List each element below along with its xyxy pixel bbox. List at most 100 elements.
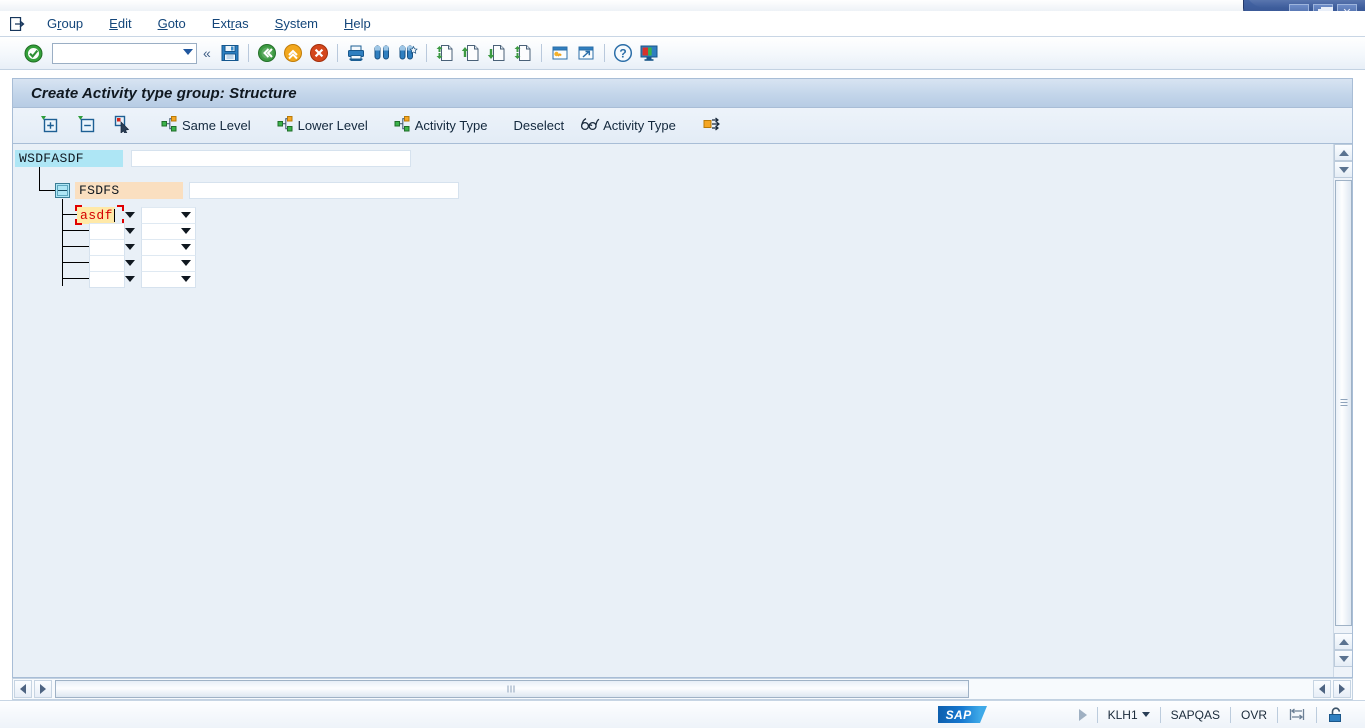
back-icon[interactable] (254, 40, 280, 66)
hierarchy-icon (277, 115, 295, 136)
activity-type-input[interactable] (89, 271, 125, 288)
activity-type-dropdown-arrow[interactable] (125, 276, 135, 282)
glasses-icon (580, 115, 600, 136)
system-menu-icon[interactable] (0, 11, 34, 37)
scroll-right-button-end[interactable] (1333, 680, 1351, 698)
svg-text:?: ? (619, 47, 626, 61)
transfer-arrows-icon (702, 115, 722, 136)
second-value-dropdown-arrow[interactable] (181, 244, 191, 250)
system-toolbar: « ? (0, 37, 1365, 70)
command-input[interactable] (53, 44, 171, 62)
tree-root-description-field[interactable] (131, 150, 411, 167)
scroll-down-button[interactable] (1334, 161, 1352, 178)
tree-folder-description-field[interactable] (189, 182, 459, 199)
last-page-icon[interactable] (510, 40, 536, 66)
scroll-up-button[interactable] (1334, 144, 1352, 161)
menu-item-help[interactable]: Help (331, 14, 384, 33)
activity-type-dropdown-arrow[interactable] (125, 228, 135, 234)
data-transfer-icon (1278, 705, 1316, 725)
sap-logo: SAP (937, 706, 987, 723)
double-chevron-left-icon[interactable]: « (197, 45, 217, 61)
activity-type-input[interactable] (89, 255, 125, 272)
activity-type-dropdown-arrow[interactable] (125, 260, 135, 266)
scroll-left-button-end[interactable] (1313, 680, 1331, 698)
command-field[interactable] (52, 42, 197, 64)
vertical-scrollbar[interactable] (1333, 144, 1352, 677)
collapse-minus-icon[interactable] (55, 183, 70, 198)
enter-check-icon[interactable] (20, 40, 46, 66)
exit-icon[interactable] (280, 40, 306, 66)
select-button[interactable] (107, 113, 142, 139)
find-next-icon[interactable] (395, 40, 421, 66)
lower-level-button[interactable]: Lower Level (270, 113, 375, 139)
create-shortcut-icon[interactable] (573, 40, 599, 66)
toolbar-divider (425, 44, 427, 62)
second-value-dropdown-arrow[interactable] (181, 212, 191, 218)
tree-root-node[interactable]: WSDFASDF (15, 150, 123, 167)
activity-type-input[interactable] (89, 223, 125, 240)
status-indicators: KLH1 SAPQAS OVR (1069, 705, 1365, 725)
horizontal-scroll-thumb (55, 680, 969, 698)
button-label: Deselect (513, 118, 565, 133)
vertical-scroll-thumb[interactable] (1335, 180, 1352, 626)
scroll-left-button[interactable] (14, 680, 32, 698)
insert-mode-indicator[interactable]: OVR (1231, 705, 1277, 725)
activity-type-dropdown-arrow[interactable] (125, 212, 135, 218)
session-play-icon[interactable] (1069, 705, 1097, 725)
tree-connector (39, 167, 40, 191)
second-value-dropdown-arrow[interactable] (181, 228, 191, 234)
collapse-node-icon (77, 115, 95, 136)
create-session-icon[interactable] (547, 40, 573, 66)
menu-item-system[interactable]: System (262, 14, 331, 33)
deselect-button[interactable]: Deselect (507, 113, 572, 139)
second-value-dropdown-arrow[interactable] (181, 260, 191, 266)
scroll-up-button-bottom[interactable] (1334, 633, 1352, 650)
display-activity-type-button[interactable]: Activity Type (573, 113, 683, 139)
menu-bar: Group Edit Goto Extras System Help (0, 11, 1365, 37)
tree-connector (62, 230, 89, 231)
next-page-icon[interactable] (484, 40, 510, 66)
system-client-label: KLH1 (1107, 707, 1138, 722)
toolbar-divider (540, 44, 542, 62)
second-value-dropdown-arrow[interactable] (181, 276, 191, 282)
same-level-button[interactable]: Same Level (154, 113, 258, 139)
first-page-icon[interactable] (432, 40, 458, 66)
unlocked-icon[interactable] (1317, 705, 1355, 725)
menu-item-group[interactable]: Group (34, 14, 96, 33)
tree-connector (62, 246, 89, 247)
cancel-icon[interactable] (306, 40, 332, 66)
tree-content-area: WSDFASDF FSDFS asdf (12, 144, 1353, 678)
tree-folder-node[interactable]: FSDFS (75, 182, 183, 199)
page-title-bar: Create Activity type group: Structure (12, 78, 1353, 108)
tree-connector (39, 190, 55, 191)
expand-all-button[interactable] (33, 113, 68, 139)
application-toolbar: Same Level Lower Level Activity Type Des… (12, 108, 1353, 144)
menu-item-extras[interactable]: Extras (199, 14, 262, 33)
customize-local-layout-icon[interactable] (636, 40, 662, 66)
hierarchy-icon (161, 115, 179, 136)
horizontal-scrollbar[interactable] (12, 678, 1353, 700)
print-icon[interactable] (343, 40, 369, 66)
collapse-all-button[interactable] (70, 113, 105, 139)
activity-type-input-focused[interactable]: asdf (77, 207, 115, 224)
save-icon[interactable] (217, 40, 243, 66)
menu-item-edit[interactable]: Edit (96, 14, 144, 33)
system-client-selector[interactable]: KLH1 (1098, 705, 1160, 725)
window-title-strip (0, 0, 1365, 11)
horizontal-scroll-track[interactable] (53, 680, 1312, 698)
scroll-down-button-bottom[interactable] (1334, 650, 1352, 667)
chevron-down-icon[interactable] (1141, 712, 1150, 717)
scroll-right-button[interactable] (34, 680, 52, 698)
previous-page-icon[interactable] (458, 40, 484, 66)
menu-item-goto[interactable]: Goto (145, 14, 199, 33)
find-icon[interactable] (369, 40, 395, 66)
text-caret (113, 209, 115, 222)
help-icon[interactable]: ? (610, 40, 636, 66)
activity-type-input[interactable] (89, 239, 125, 256)
activity-type-dropdown-arrow[interactable] (125, 244, 135, 250)
select-pointer-icon (114, 115, 132, 136)
activity-type-button[interactable]: Activity Type (387, 113, 495, 139)
command-dropdown-arrow[interactable] (183, 48, 193, 55)
tree-connector (62, 199, 63, 286)
transfer-button[interactable] (695, 113, 732, 139)
